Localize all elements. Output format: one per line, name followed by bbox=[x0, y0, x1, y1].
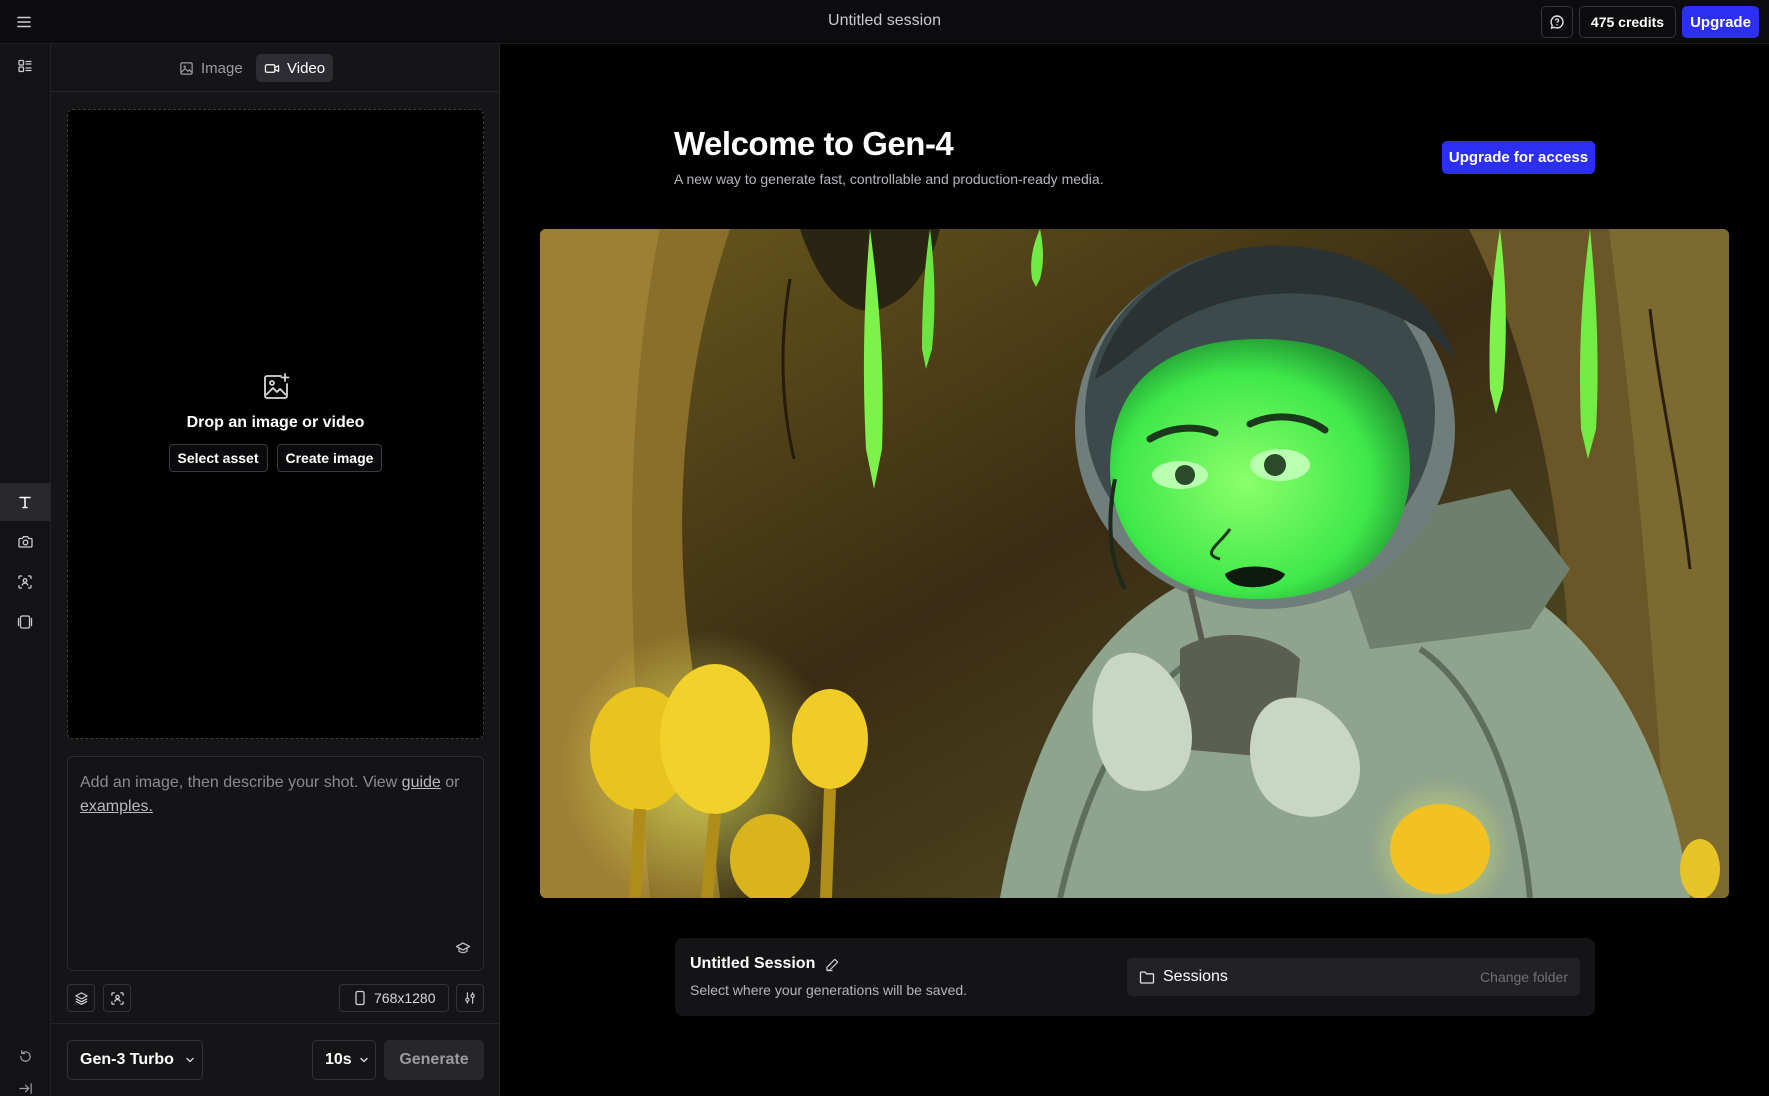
mode-tab-bar: Image Video bbox=[51, 44, 500, 92]
pencil-edit-icon[interactable] bbox=[825, 957, 840, 972]
change-folder-button[interactable]: Change folder bbox=[1480, 969, 1568, 985]
layout-list-icon bbox=[18, 59, 32, 73]
graduation-cap-icon bbox=[455, 942, 471, 954]
film-frames-icon bbox=[17, 615, 33, 629]
tab-video[interactable]: Video bbox=[256, 54, 334, 82]
hero-video-preview[interactable] bbox=[540, 229, 1729, 898]
layers-button[interactable] bbox=[67, 984, 95, 1012]
examples-link[interactable]: examples. bbox=[80, 798, 153, 815]
rail-motion-tool[interactable] bbox=[0, 563, 50, 601]
generate-button[interactable]: Generate bbox=[384, 1040, 484, 1080]
focus-person-icon bbox=[18, 575, 32, 589]
character-reference-button[interactable] bbox=[103, 984, 131, 1012]
main-area: Welcome to Gen-4 A new way to generate f… bbox=[500, 44, 1769, 1096]
model-select-label: Gen-3 Turbo bbox=[80, 1051, 174, 1068]
add-image-icon bbox=[263, 373, 289, 399]
folder-name: Sessions bbox=[1139, 968, 1228, 986]
assets-panel-toggle[interactable] bbox=[0, 47, 50, 85]
left-panel: Image Video Drop an image or video Selec… bbox=[0, 44, 500, 1096]
duration-select[interactable]: 10s bbox=[312, 1040, 376, 1080]
credits-badge[interactable]: 475 credits bbox=[1579, 6, 1676, 38]
feedback-button[interactable] bbox=[1541, 6, 1573, 38]
model-select[interactable]: Gen-3 Turbo bbox=[67, 1040, 203, 1080]
folder-picker[interactable]: Sessions Change folder bbox=[1127, 958, 1580, 996]
focus-person-icon bbox=[110, 991, 124, 1005]
undo-history-icon bbox=[19, 1049, 31, 1062]
rail-text-tool[interactable] bbox=[0, 483, 50, 521]
session-save-card: Untitled Session Select where your gener… bbox=[675, 938, 1595, 1016]
guide-link[interactable]: guide bbox=[402, 774, 441, 791]
portrait-aspect-icon bbox=[355, 990, 365, 1006]
tool-rail bbox=[0, 44, 51, 1096]
dropzone-actions: Select asset Create image bbox=[168, 444, 383, 472]
session-name[interactable]: Untitled Session bbox=[690, 955, 840, 973]
video-camera-icon bbox=[264, 63, 280, 73]
sliders-icon bbox=[465, 992, 475, 1004]
session-save-hint: Select where your generations will be sa… bbox=[690, 982, 968, 998]
resolution-button[interactable]: 768x1280 bbox=[339, 984, 449, 1012]
session-name-label: Untitled Session bbox=[690, 955, 816, 972]
create-image-button[interactable]: Create image bbox=[276, 444, 383, 472]
upgrade-button[interactable]: Upgrade bbox=[1682, 6, 1759, 38]
rail-collapse-button[interactable] bbox=[0, 1069, 50, 1096]
welcome-subtitle: A new way to generate fast, controllable… bbox=[674, 171, 1104, 187]
chat-bubble-icon bbox=[1550, 15, 1564, 29]
upgrade-for-access-button[interactable]: Upgrade for access bbox=[1442, 141, 1595, 174]
dropzone-content: Drop an image or video Select asset Crea… bbox=[68, 372, 483, 472]
welcome-title: Welcome to Gen-4 bbox=[674, 125, 954, 162]
session-title[interactable]: Untitled session bbox=[0, 12, 1769, 30]
collapse-arrow-icon bbox=[18, 1082, 32, 1094]
resolution-label: 768x1280 bbox=[374, 990, 436, 1006]
chevron-down-icon bbox=[360, 1057, 368, 1063]
generate-bar: Gen-3 Turbo 10s Generate bbox=[51, 1023, 500, 1096]
dropzone-title: Drop an image or video bbox=[186, 414, 365, 431]
prompt-textarea[interactable]: Add an image, then describe your shot. V… bbox=[67, 756, 484, 971]
settings-sliders-button[interactable] bbox=[456, 984, 484, 1012]
duration-label: 10s bbox=[325, 1051, 352, 1068]
rail-camera-tool[interactable] bbox=[0, 523, 50, 561]
select-asset-button[interactable]: Select asset bbox=[168, 444, 268, 472]
media-dropzone[interactable]: Drop an image or video Select asset Crea… bbox=[67, 109, 484, 739]
folder-icon bbox=[1139, 970, 1155, 984]
layers-icon bbox=[74, 991, 88, 1005]
tab-video-label: Video bbox=[287, 59, 326, 77]
prompt-placeholder-text: Add an image, then describe your shot. V… bbox=[80, 774, 402, 791]
rail-frames-tool[interactable] bbox=[0, 603, 50, 641]
chevron-down-icon bbox=[186, 1057, 194, 1063]
text-icon bbox=[19, 496, 31, 509]
tab-image-label: Image bbox=[201, 59, 243, 77]
tab-image[interactable]: Image bbox=[171, 54, 251, 82]
image-icon bbox=[180, 61, 193, 75]
top-bar: Untitled session 475 credits Upgrade bbox=[0, 0, 1769, 44]
prompt-guide-button[interactable] bbox=[455, 940, 471, 956]
camera-icon bbox=[17, 536, 33, 548]
prompt-placeholder: Add an image, then describe your shot. V… bbox=[80, 771, 470, 819]
prompt-placeholder-or: or bbox=[440, 774, 460, 791]
folder-name-label: Sessions bbox=[1163, 968, 1228, 985]
